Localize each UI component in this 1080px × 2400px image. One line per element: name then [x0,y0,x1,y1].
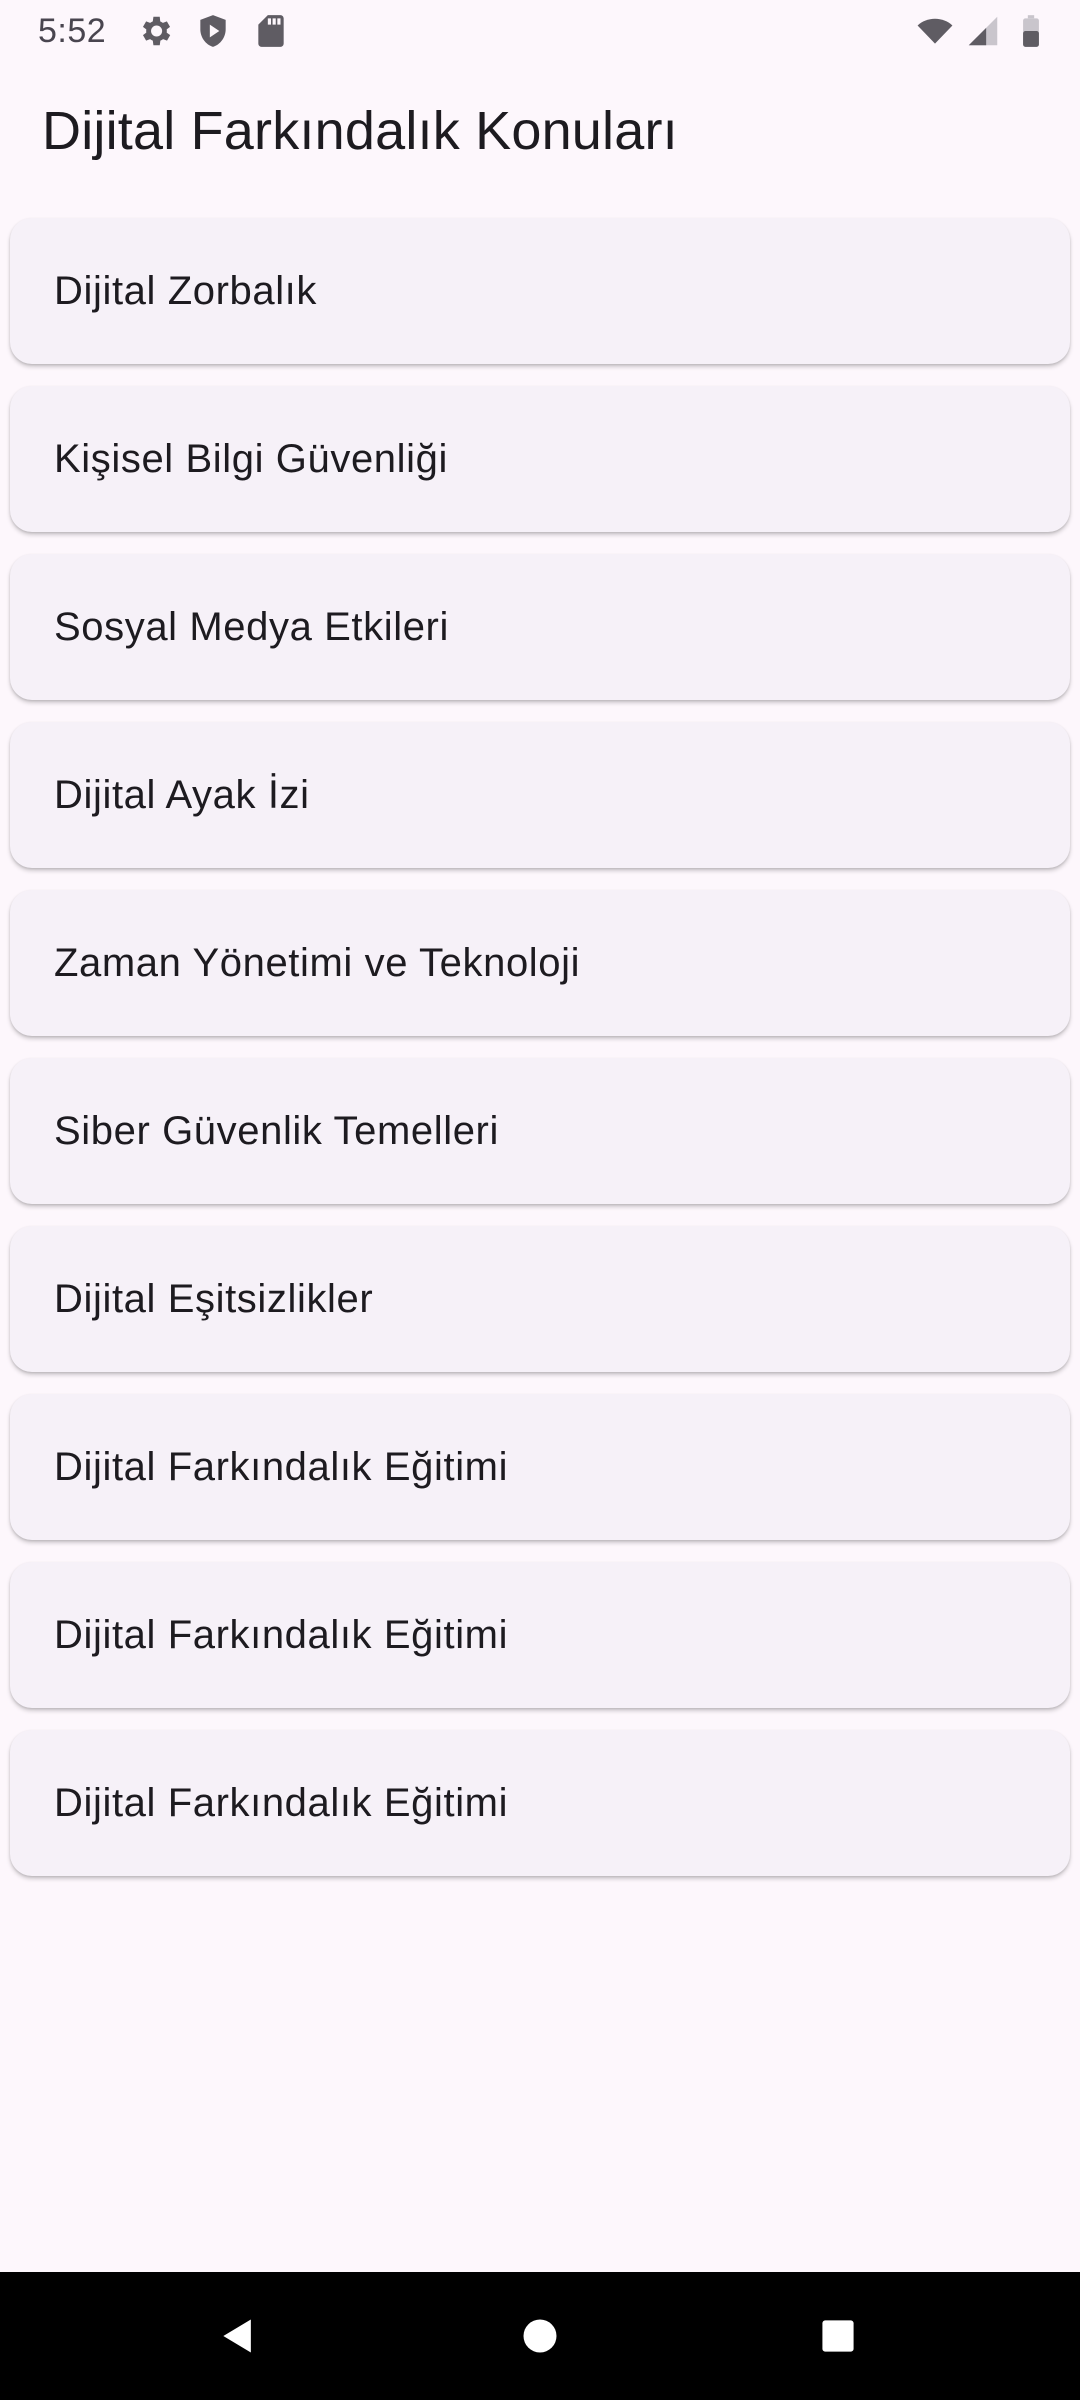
status-icons-left [136,12,290,50]
list-item[interactable]: Dijital Farkındalık Eğitimi [10,1730,1070,1876]
topic-list: Dijital Zorbalık Kişisel Bilgi Güvenliği… [10,218,1070,1898]
battery-icon [1012,12,1050,50]
list-item[interactable]: Siber Güvenlik Temelleri [10,1058,1070,1204]
list-item-label: Dijital Ayak İzi [54,772,310,817]
home-icon[interactable] [480,2272,600,2400]
settings-icon [136,12,174,50]
status-time: 5:52 [38,12,107,50]
list-item-label: Zaman Yönetimi ve Teknoloji [54,940,581,985]
navigation-bar [0,2272,1080,2400]
list-item-label: Kişisel Bilgi Güvenliği [54,436,448,481]
list-item[interactable]: Zaman Yönetimi ve Teknoloji [10,890,1070,1036]
wifi-icon [916,12,954,50]
list-item[interactable]: Dijital Eşitsizlikler [10,1226,1070,1372]
sd-card-icon [252,12,290,50]
list-item-label: Dijital Farkındalık Eğitimi [54,1780,509,1825]
page-title: Dijital Farkındalık Konuları [42,101,678,161]
list-item-label: Siber Güvenlik Temelleri [54,1108,499,1153]
list-item[interactable]: Kişisel Bilgi Güvenliği [10,386,1070,532]
list-item[interactable]: Dijital Farkındalık Eğitimi [10,1562,1070,1708]
status-icons-right [916,12,1050,50]
list-item-label: Sosyal Medya Etkileri [54,604,449,649]
list-item-label: Dijital Zorbalık [54,268,317,313]
list-item[interactable]: Dijital Farkındalık Eğitimi [10,1394,1070,1540]
status-bar: 5:52 [0,0,1080,64]
list-item-label: Dijital Farkındalık Eğitimi [54,1444,509,1489]
signal-icon [964,12,1002,50]
list-item[interactable]: Sosyal Medya Etkileri [10,554,1070,700]
recents-icon[interactable] [778,2272,898,2400]
list-item[interactable]: Dijital Zorbalık [10,218,1070,364]
shield-icon [194,12,232,50]
list-item-label: Dijital Eşitsizlikler [54,1276,374,1321]
list-item-label: Dijital Farkındalık Eğitimi [54,1612,509,1657]
back-icon[interactable] [178,2272,298,2400]
list-item[interactable]: Dijital Ayak İzi [10,722,1070,868]
